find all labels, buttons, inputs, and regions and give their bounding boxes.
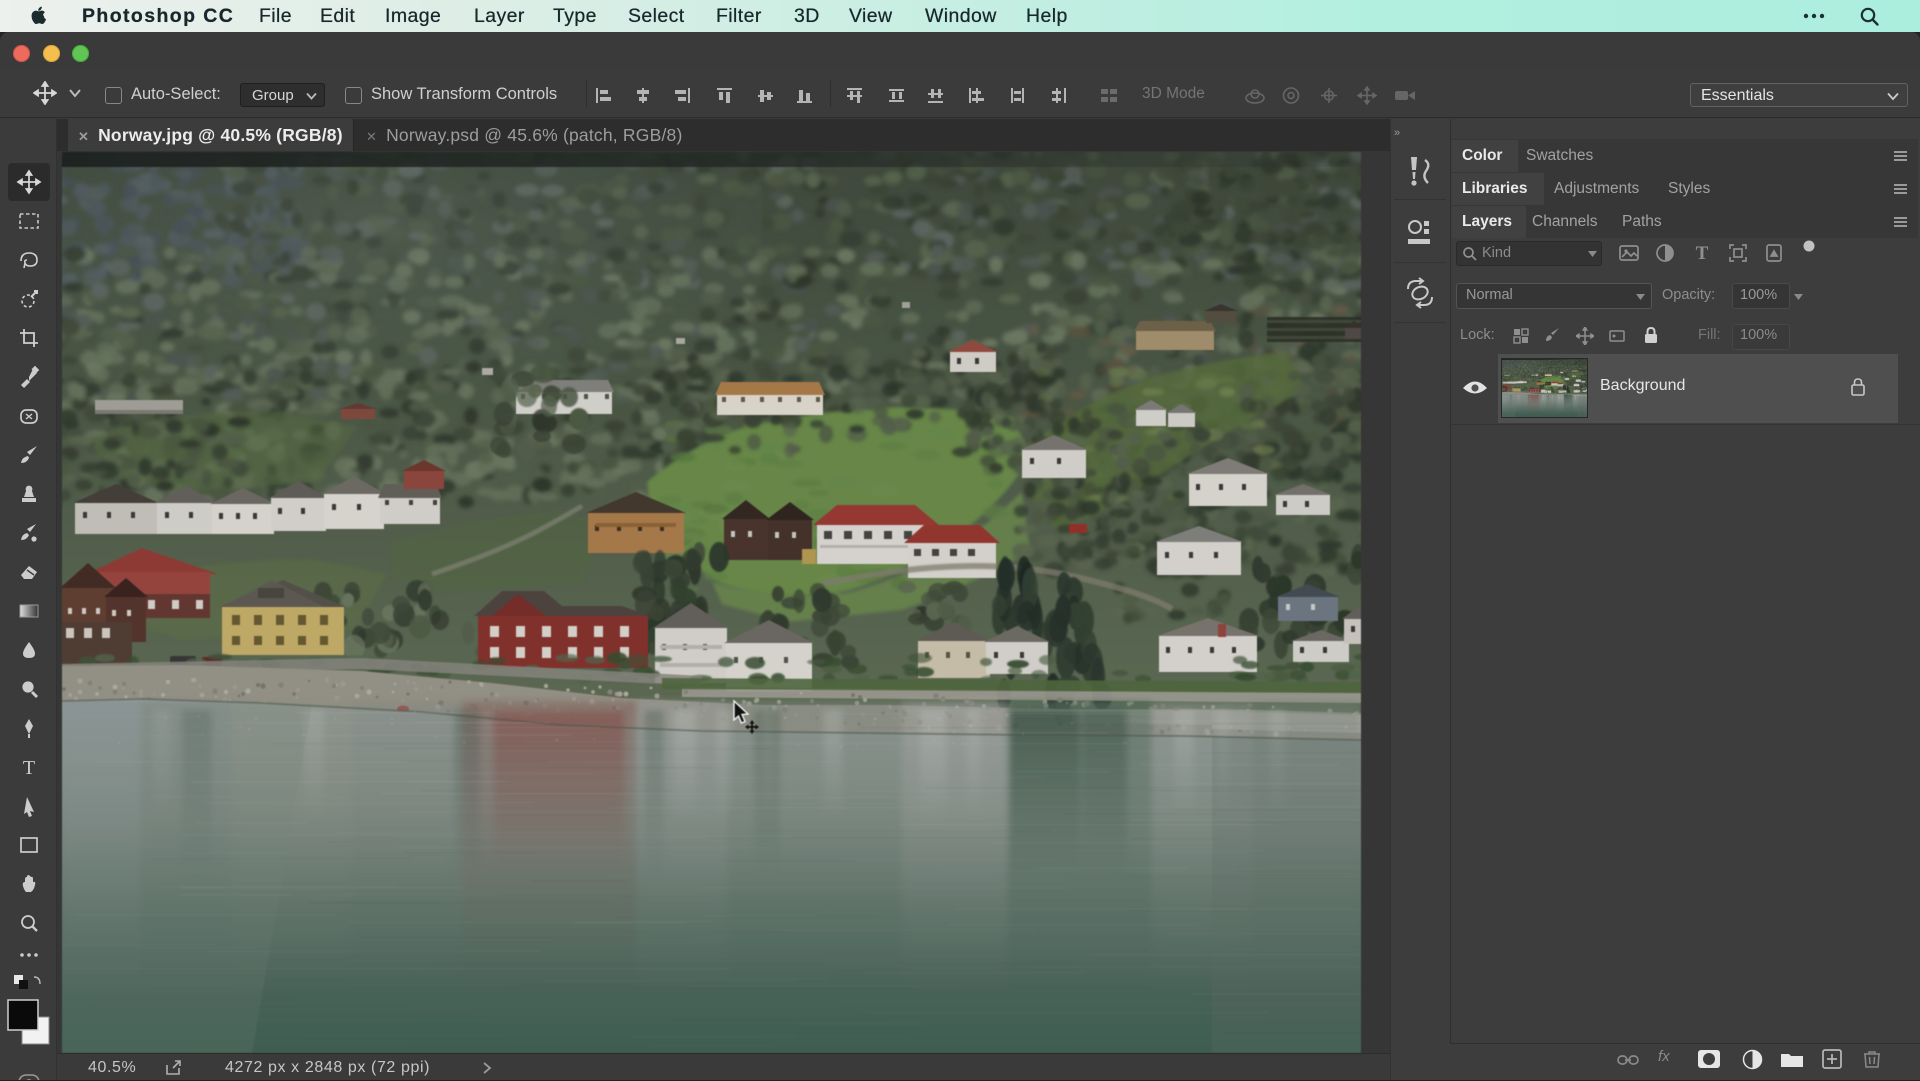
svg-text:T: T: [23, 757, 35, 779]
svg-text:T: T: [1696, 243, 1709, 263]
